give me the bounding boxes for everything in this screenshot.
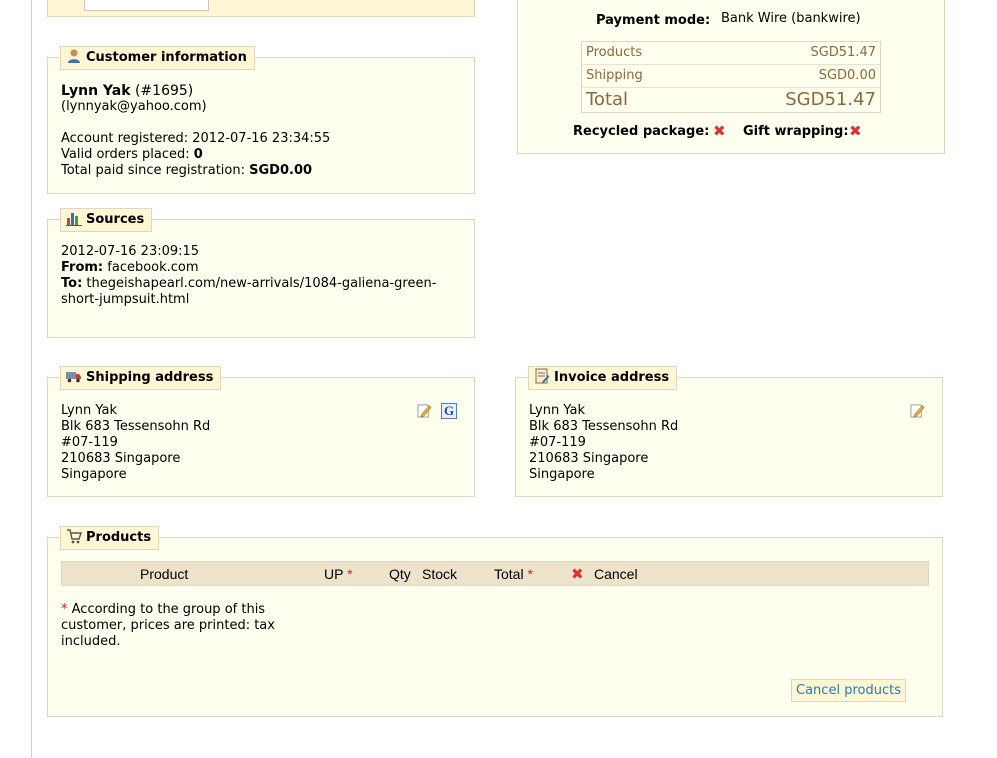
valid-orders-value: 0 bbox=[193, 147, 203, 162]
total-paid-value: SGD0.00 bbox=[249, 163, 313, 178]
tax-note-text: According to the group of this bbox=[71, 602, 266, 617]
invoice-address-line: #07-119 bbox=[529, 435, 586, 450]
user-icon bbox=[68, 49, 80, 63]
customer-legend-label: Customer information bbox=[86, 50, 247, 65]
column-header-up-label: UP bbox=[324, 566, 344, 582]
shipping-address-line: 210683 Singapore bbox=[61, 451, 181, 466]
account-registered-value: 2012-07-16 23:34:55 bbox=[192, 131, 331, 146]
required-asterisk: * bbox=[527, 566, 533, 582]
payment-row-products: Products SGD51.47 bbox=[582, 42, 880, 65]
source-to-line: To: thegeishapearl.com/new-arrivals/1084… bbox=[61, 276, 436, 292]
source-to-value-continued: short-jumpsuit.html bbox=[61, 292, 190, 307]
customer-email: (lynnyak@yahoo.com) bbox=[61, 99, 207, 114]
products-table-header: Product UP * Qty Stock Total * ✖ Cancel bbox=[61, 561, 929, 586]
tax-note-text: included. bbox=[61, 634, 121, 649]
recycled-package-label: Recycled package: bbox=[573, 124, 710, 139]
column-header-total: Total * bbox=[494, 566, 533, 582]
shipping-address-line: Blk 683 Tessensohn Rd bbox=[61, 419, 211, 434]
required-asterisk: * bbox=[61, 602, 68, 617]
shipping-address-line: #07-119 bbox=[61, 435, 118, 450]
cancel-products-button[interactable]: Cancel products bbox=[791, 679, 906, 702]
red-cross-icon: ✖ bbox=[849, 122, 862, 140]
valid-orders-line: Valid orders placed: 0 bbox=[61, 147, 203, 163]
column-header-qty: Qty bbox=[389, 566, 411, 582]
column-header-total-label: Total bbox=[494, 566, 524, 582]
source-from-label: From: bbox=[61, 260, 104, 275]
red-cross-icon: ✖ bbox=[713, 122, 726, 140]
customer-name-line: Lynn Yak (#1695) bbox=[61, 83, 193, 99]
column-header-stock: Stock bbox=[422, 566, 458, 582]
tax-note-text: customer, prices are printed: tax bbox=[61, 618, 275, 633]
shipping-address-legend-label: Shipping address bbox=[86, 370, 214, 385]
cart-icon bbox=[67, 529, 82, 544]
column-header-product: Product bbox=[140, 566, 189, 582]
products-legend: Products bbox=[60, 526, 160, 550]
payment-totals-table: Products SGD51.47 Shipping SGD0.00 Total… bbox=[581, 41, 881, 113]
google-maps-icon[interactable]: G bbox=[441, 403, 457, 419]
invoice-address-line: 210683 Singapore bbox=[529, 451, 649, 466]
invoice-address-legend-label: Invoice address bbox=[554, 370, 670, 385]
column-header-up: UP * bbox=[324, 566, 353, 582]
payment-row-shipping: Shipping SGD0.00 bbox=[582, 65, 880, 88]
total-paid-label: Total paid since registration: bbox=[61, 163, 245, 178]
truck-icon bbox=[66, 372, 81, 383]
shipping-address-line: Lynn Yak bbox=[61, 403, 117, 418]
shipping-address-line: Singapore bbox=[61, 467, 127, 482]
payment-row-total: Total SGD51.47 bbox=[582, 88, 880, 112]
source-from-value: facebook.com bbox=[107, 260, 199, 275]
customer-id: (#1695) bbox=[134, 83, 194, 99]
invoice-address-line: Lynn Yak bbox=[529, 403, 585, 418]
pencil-edit-icon[interactable] bbox=[417, 403, 432, 418]
customer-name: Lynn Yak bbox=[61, 83, 131, 99]
valid-orders-label: Valid orders placed: bbox=[61, 147, 190, 162]
payment-row-value: SGD51.47 bbox=[810, 45, 876, 60]
payment-row-label: Total bbox=[586, 89, 629, 110]
column-header-cancel: Cancel bbox=[594, 566, 638, 582]
products-legend-label: Products bbox=[86, 530, 152, 545]
invoice-icon bbox=[535, 368, 550, 384]
payment-row-label: Shipping bbox=[586, 68, 643, 83]
previous-panel-stub bbox=[47, 0, 475, 17]
payment-mode-label: Payment mode: bbox=[596, 13, 711, 28]
red-cross-icon: ✖ bbox=[571, 565, 584, 583]
tax-note-line: * According to the group of this bbox=[61, 602, 265, 618]
sources-legend: Sources bbox=[60, 208, 153, 232]
pencil-edit-icon[interactable] bbox=[910, 403, 925, 418]
payment-mode-value: Bank Wire (bankwire) bbox=[721, 11, 861, 26]
invoice-address-line: Singapore bbox=[529, 467, 595, 482]
source-to-value: thegeishapearl.com/new-arrivals/1084-gal… bbox=[86, 276, 437, 291]
sources-legend-label: Sources bbox=[86, 212, 145, 227]
payment-row-label: Products bbox=[586, 45, 643, 60]
shipping-address-legend: Shipping address bbox=[60, 366, 222, 390]
previous-panel-input bbox=[84, 0, 209, 11]
payment-row-value: SGD51.47 bbox=[785, 89, 876, 110]
source-date: 2012-07-16 23:09:15 bbox=[61, 244, 200, 259]
invoice-address-legend: Invoice address bbox=[528, 366, 678, 390]
gift-wrapping-label: Gift wrapping: bbox=[743, 124, 849, 139]
customer-legend: Customer information bbox=[60, 46, 255, 70]
required-asterisk: * bbox=[347, 566, 353, 582]
source-from-line: From: facebook.com bbox=[61, 260, 199, 276]
invoice-address-line: Blk 683 Tessensohn Rd bbox=[529, 419, 679, 434]
account-registered-label: Account registered: bbox=[61, 131, 189, 146]
payment-row-value: SGD0.00 bbox=[818, 68, 876, 83]
account-registered-line: Account registered: 2012-07-16 23:34:55 bbox=[61, 131, 330, 147]
total-paid-line: Total paid since registration: SGD0.00 bbox=[61, 163, 312, 179]
source-to-label: To: bbox=[61, 276, 83, 291]
bar-chart-icon bbox=[66, 213, 82, 226]
